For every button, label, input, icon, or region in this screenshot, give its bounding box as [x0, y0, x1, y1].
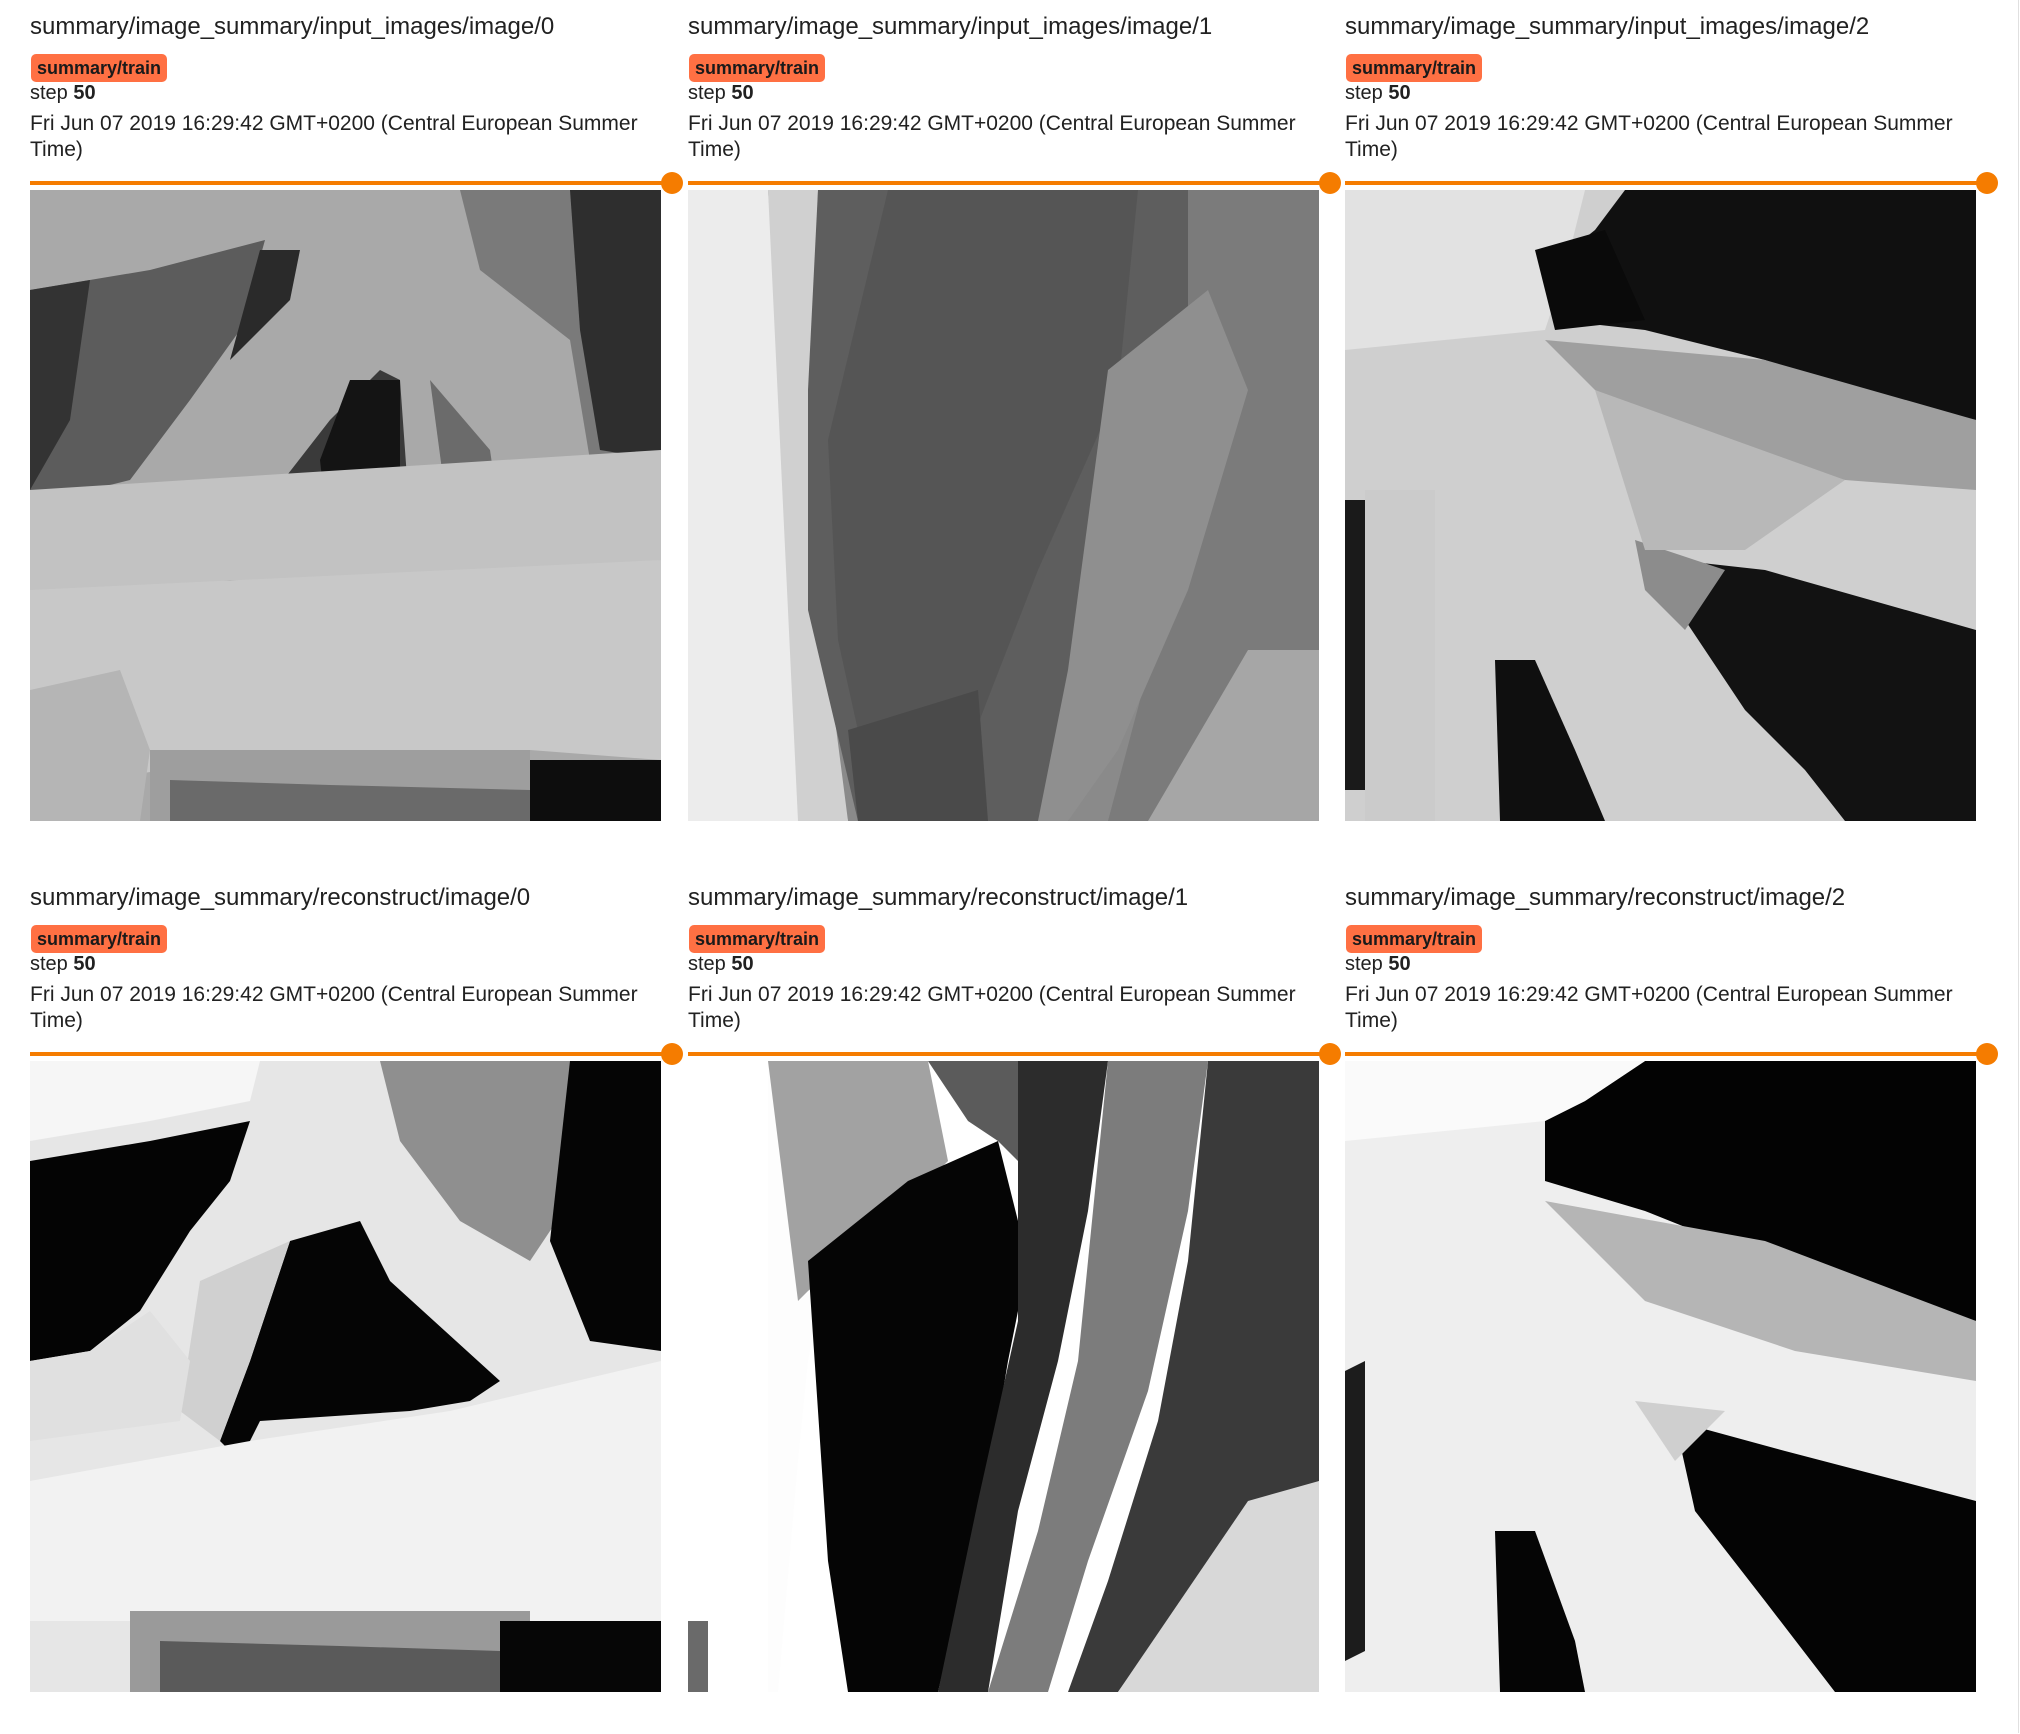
- step-label: step: [30, 953, 68, 975]
- step-value: 50: [73, 82, 96, 104]
- slider-knob[interactable]: [1319, 1043, 1341, 1065]
- step-row: step 50: [1345, 80, 1411, 106]
- timestamp: Fri Jun 07 2019 16:29:42 GMT+0200 (Centr…: [30, 112, 638, 161]
- card-title: summary/image_summary/reconstruct/image/…: [30, 884, 531, 911]
- sample-image: [1345, 1061, 1976, 1692]
- sample-image: [688, 190, 1319, 821]
- step-row: step 50: [30, 951, 96, 977]
- sample-image: [30, 190, 661, 821]
- step-label: step: [1345, 953, 1383, 975]
- card-title: summary/image_summary/reconstruct/image/…: [1345, 884, 1846, 911]
- slider-track[interactable]: [688, 1052, 1328, 1056]
- image-rec-0: [30, 1061, 661, 1692]
- step-label: step: [688, 953, 726, 975]
- slider-track[interactable]: [1345, 1052, 1985, 1056]
- step-row: step 50: [688, 951, 754, 977]
- run-badge: summary/train: [31, 54, 168, 82]
- timestamp: Fri Jun 07 2019 16:29:42 GMT+0200 (Centr…: [1345, 983, 1953, 1032]
- step-label: step: [688, 82, 726, 104]
- slider-track[interactable]: [30, 181, 670, 185]
- sample-image: [1345, 190, 1976, 821]
- step-label: step: [1345, 82, 1383, 104]
- run-badge: summary/train: [689, 925, 826, 953]
- sample-image: [30, 1061, 661, 1692]
- timestamp: Fri Jun 07 2019 16:29:42 GMT+0200 (Centr…: [1345, 112, 1953, 161]
- card-title: summary/image_summary/input_images/image…: [30, 13, 555, 40]
- image-in-1: [688, 190, 1319, 821]
- slider-knob[interactable]: [1976, 1043, 1998, 1065]
- timestamp: Fri Jun 07 2019 16:29:42 GMT+0200 (Centr…: [30, 983, 638, 1032]
- timestamp: Fri Jun 07 2019 16:29:42 GMT+0200 (Centr…: [688, 112, 1296, 161]
- step-value: 50: [73, 953, 96, 975]
- slider-knob[interactable]: [1976, 172, 1998, 194]
- slider-knob[interactable]: [661, 1043, 683, 1065]
- timestamp: Fri Jun 07 2019 16:29:42 GMT+0200 (Centr…: [688, 983, 1296, 1032]
- image-in-2: [1345, 190, 1976, 821]
- step-value: 50: [731, 82, 754, 104]
- image-dashboard: summary/image_summary/input_images/image…: [0, 0, 2020, 1734]
- step-value: 50: [1388, 953, 1411, 975]
- step-row: step 50: [688, 80, 754, 106]
- run-badge: summary/train: [689, 54, 826, 82]
- sample-image: [688, 1061, 1319, 1692]
- card-title: summary/image_summary/input_images/image…: [688, 13, 1213, 40]
- image-rec-2: [1345, 1061, 1976, 1692]
- run-badge: summary/train: [31, 925, 168, 953]
- slider-knob[interactable]: [661, 172, 683, 194]
- card-title: summary/image_summary/reconstruct/image/…: [688, 884, 1189, 911]
- step-value: 50: [1388, 82, 1411, 104]
- slider-track[interactable]: [688, 181, 1328, 185]
- image-rec-1: [688, 1061, 1319, 1692]
- step-label: step: [30, 82, 68, 104]
- step-value: 50: [731, 953, 754, 975]
- slider-track[interactable]: [30, 1052, 670, 1056]
- run-badge: summary/train: [1346, 925, 1483, 953]
- slider-track[interactable]: [1345, 181, 1985, 185]
- card-title: summary/image_summary/input_images/image…: [1345, 13, 1870, 40]
- step-row: step 50: [30, 80, 96, 106]
- run-badge: summary/train: [1346, 54, 1483, 82]
- step-row: step 50: [1345, 951, 1411, 977]
- image-in-0: [30, 190, 661, 821]
- slider-knob[interactable]: [1319, 172, 1341, 194]
